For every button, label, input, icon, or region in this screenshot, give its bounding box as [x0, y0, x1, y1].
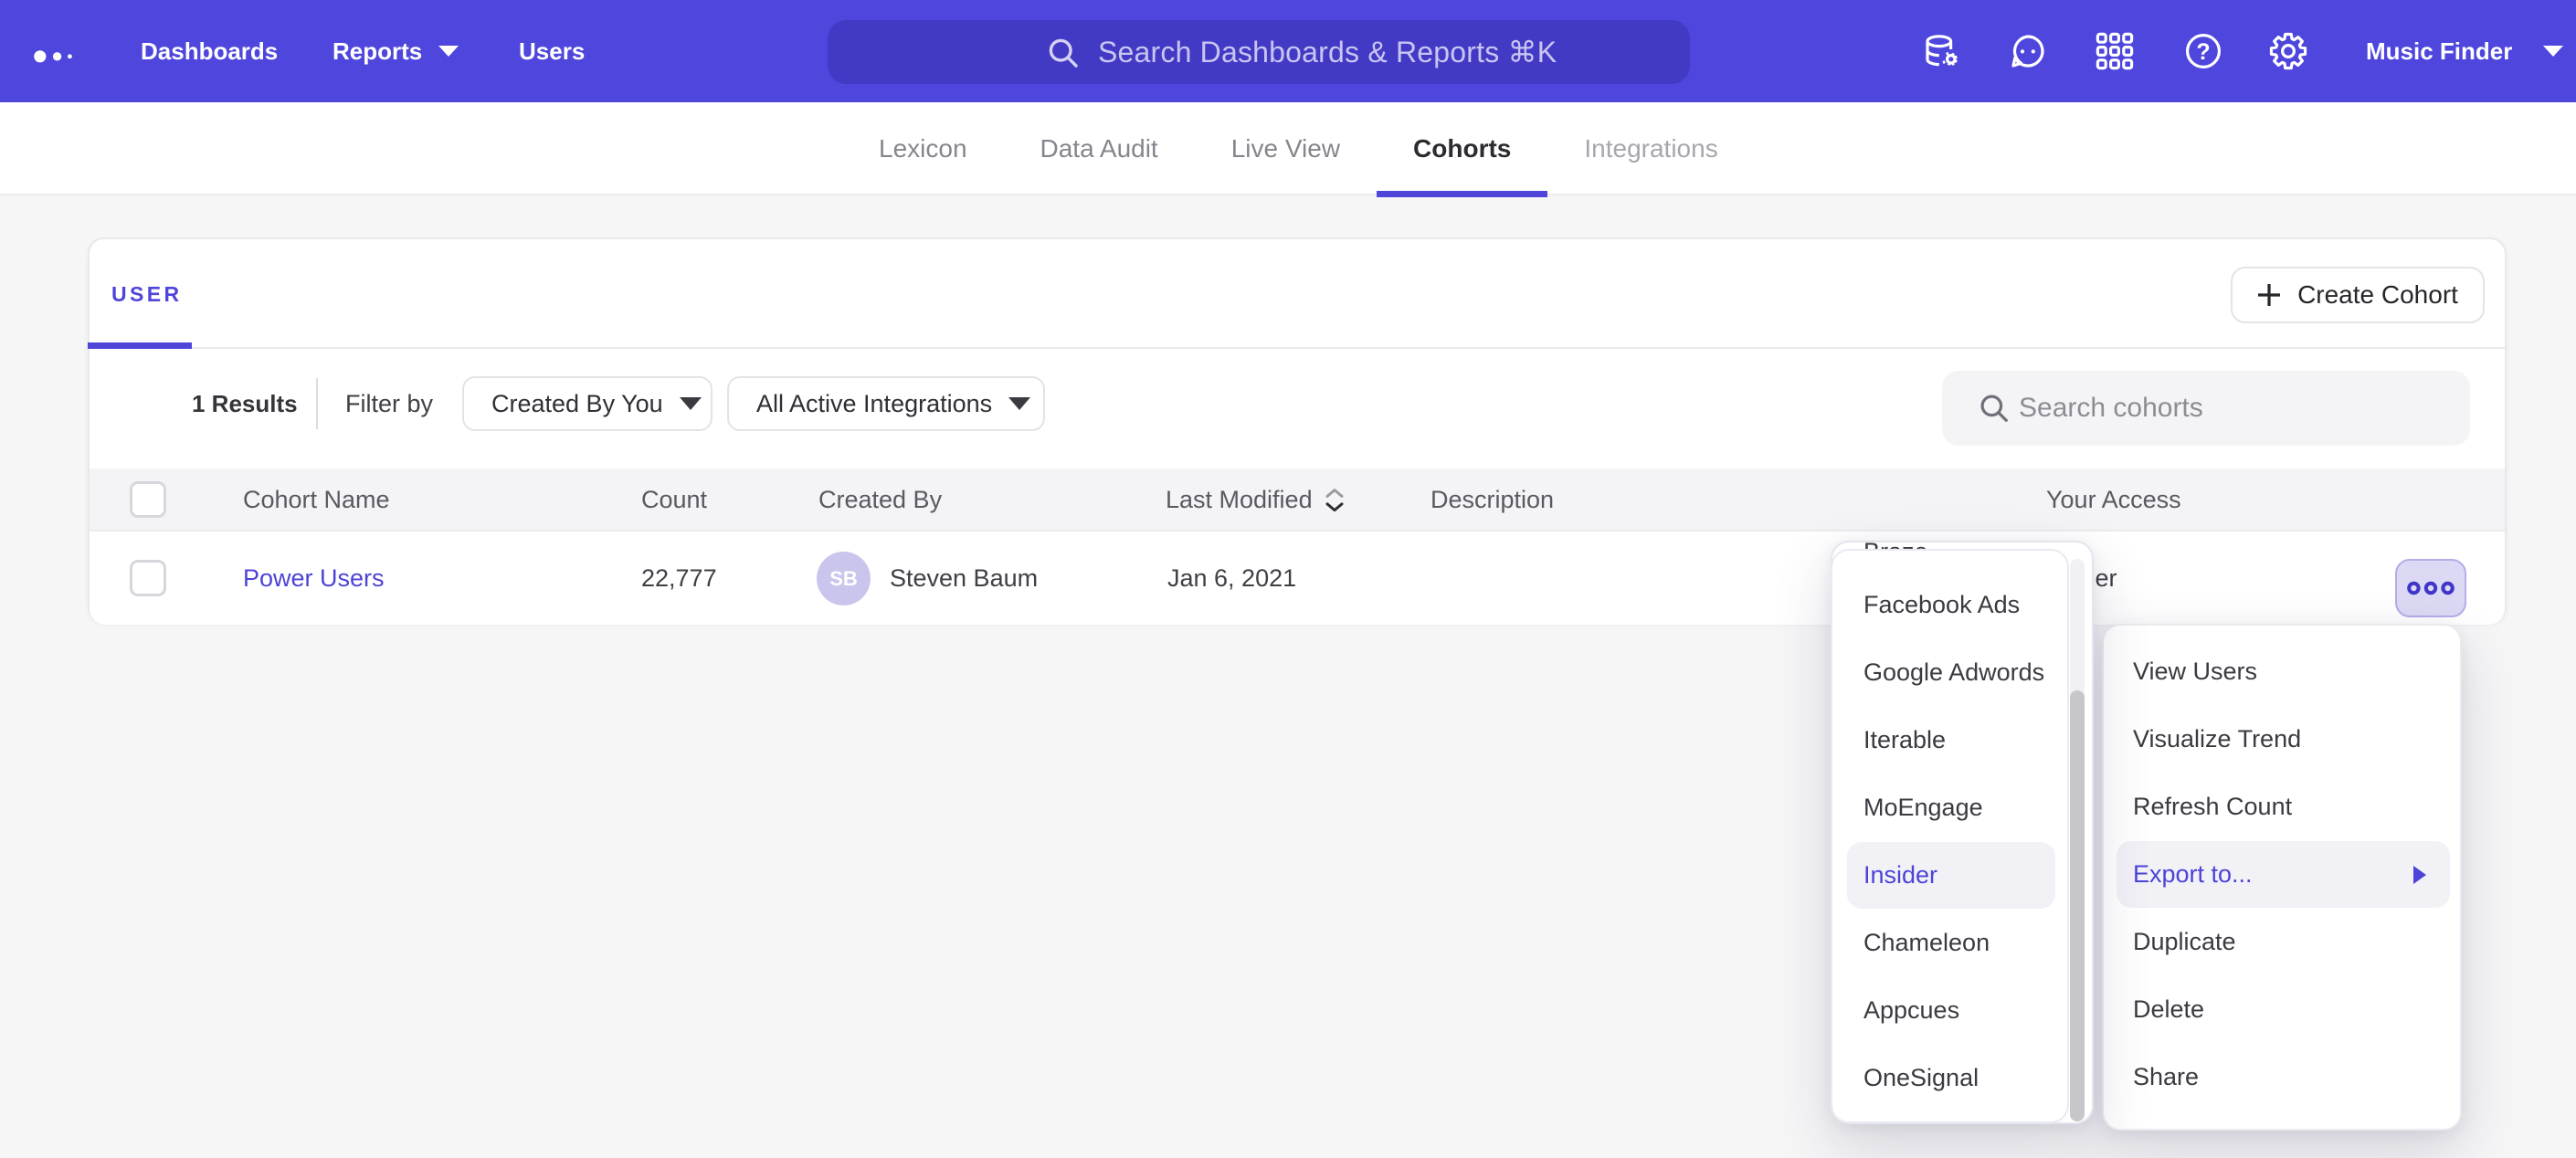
plus-icon	[2257, 283, 2281, 307]
table-row[interactable]: Power Users 22,777 SB Steven Baum Jan 6,…	[90, 532, 2505, 625]
app-root: Dashboards Reports Users Search Dashboar…	[0, 0, 2576, 1158]
nav-dashboards[interactable]: Dashboards	[141, 0, 278, 102]
tab-integrations[interactable]: Integrations	[1547, 102, 1754, 195]
filter-integrations-value: All Active Integrations	[756, 390, 992, 418]
submenu-item-facebook-ads[interactable]: Facebook Ads	[1847, 572, 2055, 638]
menu-item-view-users[interactable]: View Users	[2117, 638, 2450, 705]
tab-lexicon[interactable]: Lexicon	[842, 102, 1004, 195]
menu-item-label: Share	[2133, 1063, 2199, 1091]
submenu-item-google-adwords[interactable]: Google Adwords	[1847, 639, 2055, 706]
chevron-down-icon	[438, 46, 459, 57]
chevron-down-icon	[2543, 46, 2563, 57]
submenu-item-chameleon[interactable]: Chameleon	[1847, 910, 2055, 976]
cohorts-card: USER Create Cohort 1 Results Filter by C…	[88, 237, 2507, 623]
mixpanel-logo-icon[interactable]	[27, 38, 79, 75]
account-name: Music Finder	[2366, 37, 2512, 66]
table-header-row: Cohort Name Count Created By Last Modified D…	[90, 468, 2505, 532]
nav-users[interactable]: Users	[519, 0, 585, 102]
menu-item-label: View Users	[2133, 658, 2257, 686]
sort-icon	[1325, 489, 1344, 512]
tab-user-cohorts[interactable]: USER	[111, 239, 183, 349]
feedback-chat-icon[interactable]	[1997, 0, 2059, 102]
search-icon	[1045, 35, 1082, 71]
column-header-created-by: Created By	[818, 468, 942, 532]
chevron-down-icon	[1008, 397, 1030, 410]
last-modified-date: Jan 6, 2021	[1167, 532, 1296, 625]
menu-item-visualize-trend[interactable]: Visualize Trend	[2117, 706, 2450, 773]
column-header-count: Count	[641, 468, 707, 532]
global-search-placeholder: Search Dashboards & Reports ⌘K	[1098, 20, 1557, 84]
submenu-item-moengage[interactable]: MoEngage	[1847, 774, 2055, 841]
nav-reports[interactable]: Reports	[333, 0, 459, 102]
create-cohort-button[interactable]: Create Cohort	[2231, 267, 2485, 323]
divider	[316, 378, 318, 429]
tab-data-audit[interactable]: Data Audit	[1004, 102, 1195, 195]
results-count: 1 Results	[192, 378, 298, 429]
select-all-checkbox[interactable]	[130, 481, 166, 518]
card-header: USER Create Cohort	[90, 239, 2505, 349]
tab-cohorts[interactable]: Cohorts	[1377, 102, 1547, 195]
scrollbar-thumb[interactable]	[2070, 690, 2085, 1121]
submenu-item-onesignal[interactable]: OneSignal	[1847, 1045, 2055, 1111]
tab-live-view[interactable]: Live View	[1195, 102, 1377, 195]
apps-grid-icon[interactable]	[2084, 0, 2146, 102]
nav-dashboards-label: Dashboards	[141, 37, 278, 66]
menu-item-label: Duplicate	[2133, 928, 2236, 956]
export-submenu: Facebook AdsGoogle AdwordsIterableMoEnga…	[1831, 549, 2069, 1123]
search-cohorts-input[interactable]: Search cohorts	[1942, 371, 2470, 446]
row-checkbox[interactable]	[130, 560, 166, 596]
nav-reports-label: Reports	[333, 37, 422, 66]
global-search-input[interactable]: Search Dashboards & Reports ⌘K	[828, 20, 1690, 84]
help-icon[interactable]: ?	[2172, 0, 2234, 102]
settings-gear-icon[interactable]	[2257, 0, 2319, 102]
active-tab-underline	[88, 342, 192, 349]
cohort-count: 22,777	[641, 532, 717, 625]
caret-right-icon	[2413, 866, 2426, 884]
filter-by-label: Filter by	[345, 378, 433, 429]
column-header-last-modified[interactable]: Last Modified	[1166, 468, 1344, 532]
search-icon	[1977, 391, 2011, 426]
submenu-item-iterable[interactable]: Iterable	[1847, 707, 2055, 774]
menu-item-export-to[interactable]: Export to...	[2117, 841, 2450, 908]
column-header-description: Description	[1431, 468, 1554, 532]
chevron-down-icon	[680, 397, 702, 410]
row-actions-button[interactable]	[2395, 559, 2466, 617]
search-cohorts-placeholder: Search cohorts	[2019, 371, 2203, 446]
row-context-menu: View Users Visualize Trend Refresh Count Ex…	[2102, 624, 2462, 1131]
avatar: SB	[817, 552, 871, 605]
top-navigation-bar: Dashboards Reports Users Search Dashboar…	[0, 0, 2576, 102]
menu-item-duplicate[interactable]: Duplicate	[2117, 909, 2450, 975]
created-by-name: Steven Baum	[890, 532, 1038, 625]
nav-users-label: Users	[519, 37, 585, 66]
menu-item-label: Delete	[2133, 995, 2204, 1024]
menu-item-share[interactable]: Share	[2117, 1044, 2450, 1111]
menu-item-label: Export to...	[2133, 860, 2253, 889]
column-header-cohort-name: Cohort Name	[243, 468, 390, 532]
section-tabbar: LexiconData AuditLive ViewCohortsIntegra…	[0, 102, 2576, 195]
filter-created-by-dropdown[interactable]: Created By You	[462, 376, 713, 431]
tab-user-label: USER	[111, 282, 183, 307]
account-menu[interactable]: Music Finder	[2366, 0, 2563, 102]
filter-created-by-value: Created By You	[491, 390, 663, 418]
column-header-your-access: Your Access	[2046, 468, 2181, 532]
submenu-item-appcues[interactable]: Appcues	[1847, 977, 2055, 1044]
menu-item-delete[interactable]: Delete	[2117, 976, 2450, 1043]
ellipsis-icon	[2407, 579, 2455, 597]
menu-item-refresh-count[interactable]: Refresh Count	[2117, 774, 2450, 840]
filter-integrations-dropdown[interactable]: All Active Integrations	[727, 376, 1045, 431]
create-cohort-label: Create Cohort	[2297, 280, 2458, 310]
menu-item-label: Refresh Count	[2133, 793, 2292, 821]
data-management-icon[interactable]	[1911, 0, 1973, 102]
submenu-item-insider[interactable]: Insider	[1847, 842, 2055, 909]
svg-text:?: ?	[2196, 39, 2210, 65]
menu-item-label: Visualize Trend	[2133, 725, 2301, 753]
cohort-name-link[interactable]: Power Users	[243, 532, 385, 625]
